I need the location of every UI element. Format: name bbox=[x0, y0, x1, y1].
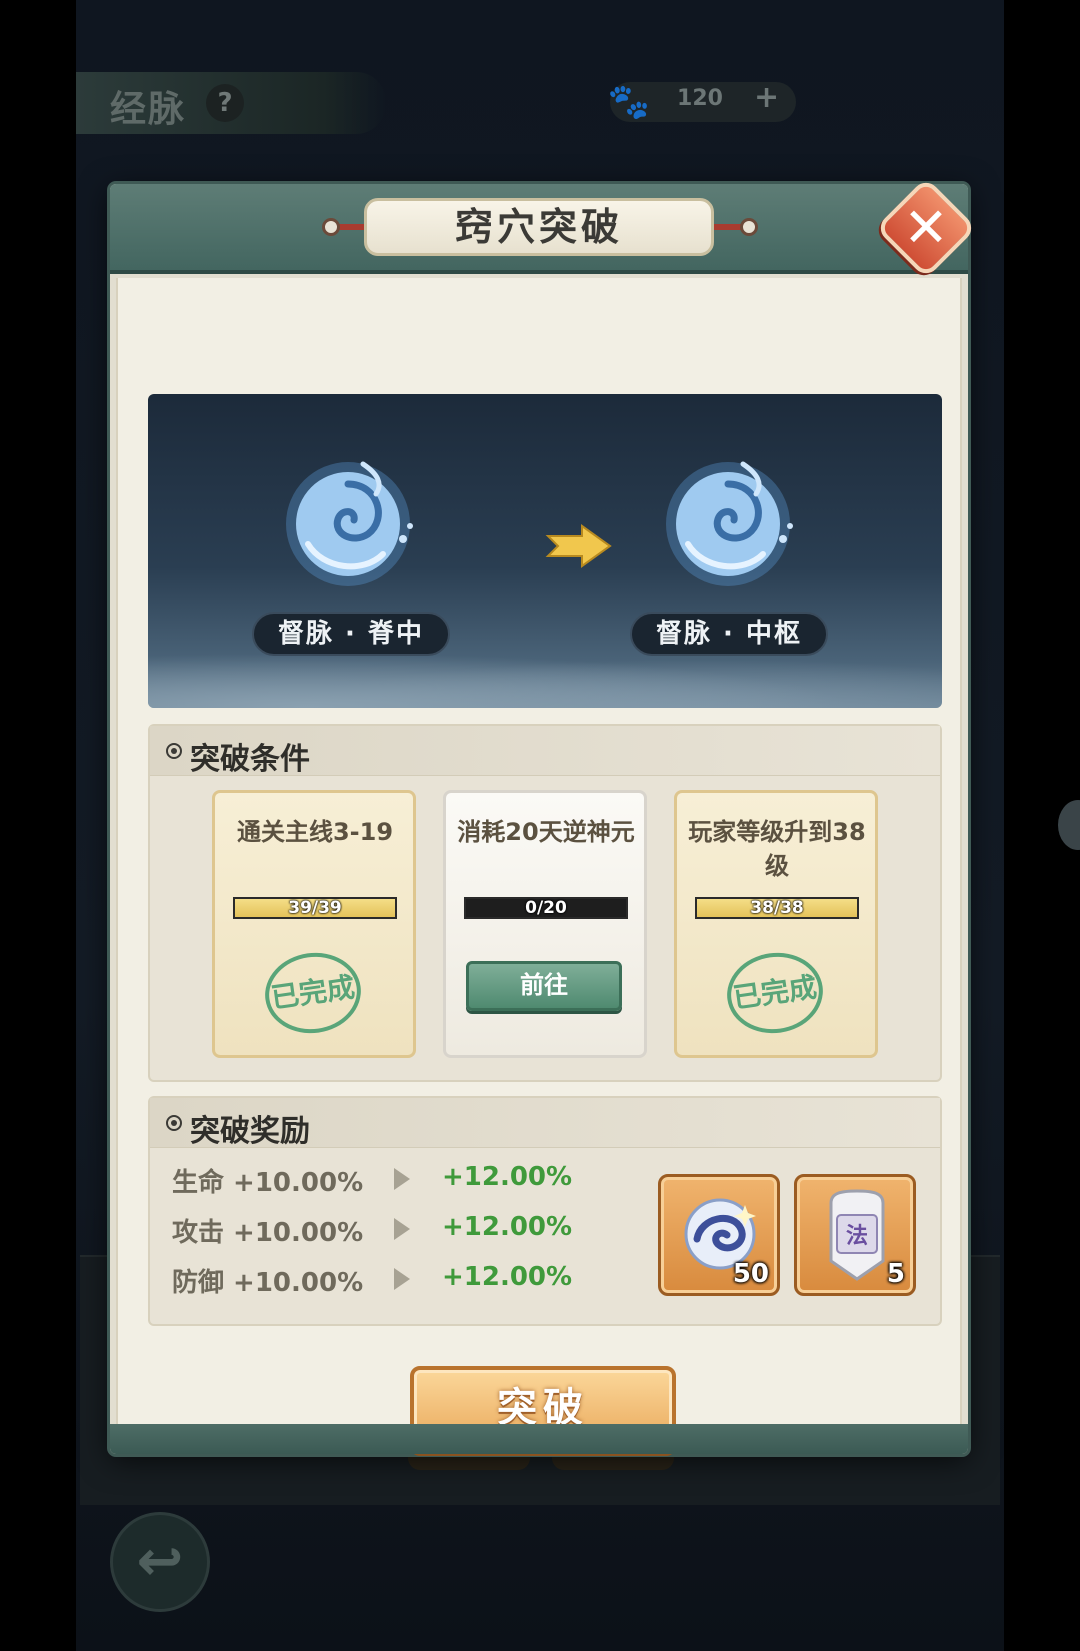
from-acupoint-label: 督脉 · 脊中 bbox=[252, 612, 450, 656]
progress-bar: 38/38 bbox=[695, 897, 859, 919]
back-icon[interactable]: ↩ bbox=[110, 1512, 210, 1612]
background-title: 经脉 bbox=[110, 89, 187, 130]
acupoint-swirl-icon bbox=[666, 461, 793, 586]
dialog-title: 窍穴突破 bbox=[364, 198, 714, 256]
reward-item[interactable]: 法 5 bbox=[794, 1174, 916, 1296]
progress-text: 0/20 bbox=[525, 898, 567, 918]
section-header: 突破奖励 bbox=[150, 1098, 940, 1149]
dialog-body: 督脉 · 脊中 督脉 · 中枢 突破条件 通关主线3-19 39/39 已完成 … bbox=[116, 278, 962, 1452]
title-knot bbox=[322, 218, 340, 236]
breakthrough-dialog: 窍穴突破 ✕ 督脉 · 脊中 督脉 · 中枢 突破条件 通关主线3-19 39/… bbox=[110, 177, 977, 1454]
conditions-section: 突破条件 通关主线3-19 39/39 已完成 消耗20天逆神元 0/20 前往 bbox=[148, 724, 942, 1082]
bullet-icon bbox=[166, 743, 182, 759]
side-button[interactable] bbox=[1058, 800, 1080, 850]
condition-text: 通关主线3-19 bbox=[236, 818, 394, 846]
goto-button[interactable]: 前往 bbox=[466, 961, 622, 1011]
arrow-right-icon bbox=[394, 1168, 410, 1190]
reward-item[interactable]: 50 bbox=[658, 1174, 780, 1296]
acupoint-banner: 督脉 · 脊中 督脉 · 中枢 bbox=[148, 394, 942, 708]
rewards-section: 突破奖励 生命 +10.00% +12.00% 攻击 +10.00% +12.0… bbox=[148, 1096, 942, 1326]
section-title: 突破奖励 bbox=[190, 1114, 310, 1149]
currency-value: 120 bbox=[677, 86, 723, 111]
to-acupoint-label: 督脉 · 中枢 bbox=[630, 612, 828, 656]
stat-current: 攻击 +10.00% bbox=[172, 1218, 364, 1248]
currency-add-icon[interactable]: + bbox=[754, 80, 779, 115]
condition-card: 消耗20天逆神元 0/20 前往 bbox=[443, 790, 647, 1058]
title-knot bbox=[740, 218, 758, 236]
completed-stamp: 已完成 bbox=[259, 946, 367, 1040]
bullet-icon bbox=[166, 1115, 182, 1131]
beast-currency-icon: 🐾 bbox=[607, 82, 651, 122]
condition-card: 通关主线3-19 39/39 已完成 bbox=[212, 790, 416, 1058]
arrow-right-icon bbox=[394, 1218, 410, 1240]
condition-card: 玩家等级升到38级 38/38 已完成 bbox=[674, 790, 878, 1058]
section-title: 突破条件 bbox=[190, 742, 310, 777]
arrow-right-icon bbox=[545, 524, 612, 568]
stat-current: 生命 +10.00% bbox=[172, 1168, 364, 1198]
dialog-footer bbox=[110, 1424, 968, 1454]
progress-text: 38/38 bbox=[750, 898, 804, 918]
completed-stamp: 已完成 bbox=[721, 946, 829, 1040]
progress-bar: 39/39 bbox=[233, 897, 397, 919]
stat-new: +12.00% bbox=[442, 1262, 573, 1292]
progress-bar: 0/20 bbox=[464, 897, 628, 919]
condition-text: 玩家等级升到38级 bbox=[688, 818, 866, 880]
law-talisman-icon: 法 bbox=[829, 1189, 885, 1281]
stat-new: +12.00% bbox=[442, 1162, 573, 1192]
section-header: 突破条件 bbox=[150, 726, 940, 777]
talisman-glyph: 法 bbox=[846, 1224, 868, 1249]
stat-new: +12.00% bbox=[442, 1212, 573, 1242]
stat-current: 防御 +10.00% bbox=[172, 1268, 364, 1298]
condition-text: 消耗20天逆神元 bbox=[457, 818, 635, 846]
item-count: 5 bbox=[886, 1259, 905, 1289]
acupoint-swirl-icon bbox=[286, 461, 413, 586]
help-icon[interactable]: ? bbox=[206, 84, 244, 122]
arrow-right-icon bbox=[394, 1268, 410, 1290]
close-icon[interactable]: ✕ bbox=[890, 192, 962, 264]
progress-text: 39/39 bbox=[288, 898, 342, 918]
item-count: 50 bbox=[732, 1259, 769, 1289]
